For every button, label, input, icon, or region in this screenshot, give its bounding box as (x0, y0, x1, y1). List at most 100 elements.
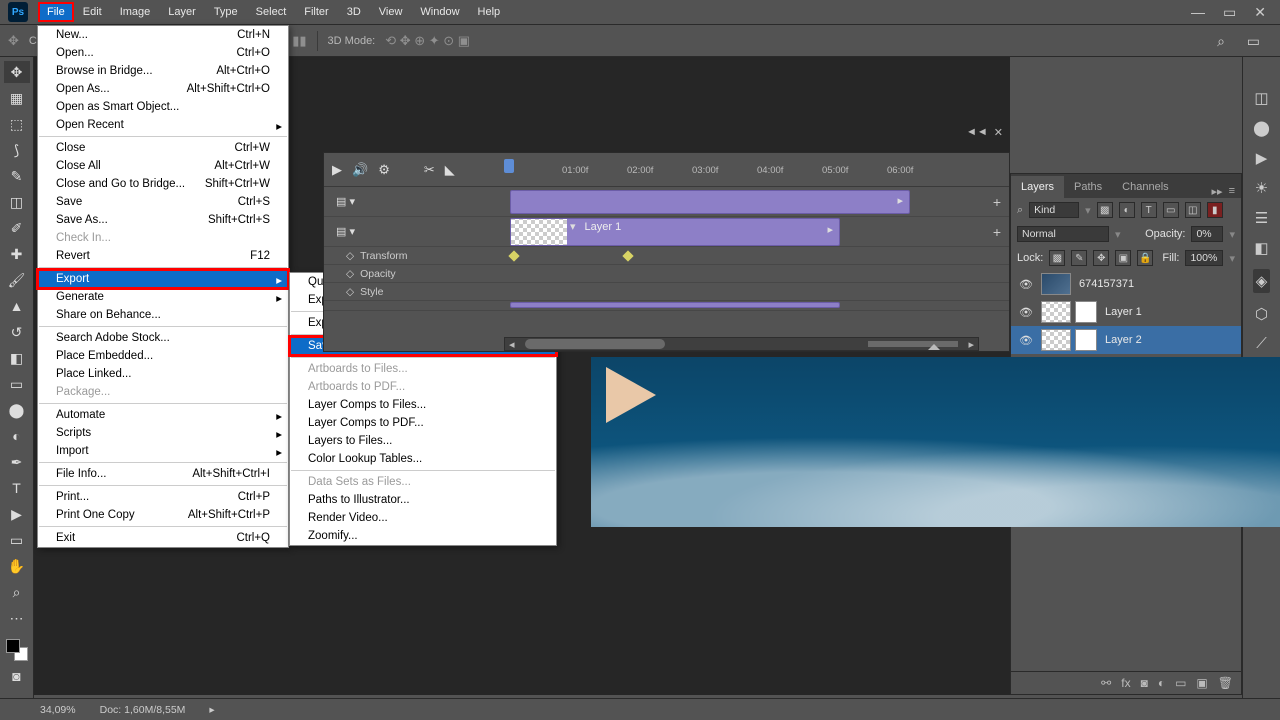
eraser-tool[interactable]: ◧ (4, 347, 30, 369)
menu-item[interactable]: Open Recent▸ (38, 116, 288, 134)
zoom-level[interactable]: 34,09% (40, 704, 76, 716)
timeline-ruler[interactable]: 01:00f 02:00f 03:00f 04:00f 05:00f 06:00… (504, 157, 979, 183)
expand-icon[interactable]: ▸▸ (1212, 185, 1223, 198)
clip-1[interactable]: ▸ (510, 190, 910, 214)
blur-tool[interactable]: ⬤ (4, 399, 30, 421)
filter-smart-icon[interactable]: ◫ (1185, 202, 1201, 218)
settings-button[interactable]: ⚙ (378, 162, 390, 178)
menu-file[interactable]: File (38, 2, 74, 22)
clip-2[interactable]: ▾Layer 1 ▸ (510, 218, 840, 246)
menu-item[interactable]: Close and Go to Bridge...Shift+Ctrl+W (38, 175, 288, 193)
playhead[interactable] (504, 159, 514, 173)
pen-tool[interactable]: ✒ (4, 451, 30, 473)
crop-tool[interactable]: ◫ (4, 191, 30, 213)
fill-value[interactable]: 100% (1185, 250, 1223, 266)
new-layer-icon[interactable]: ▣ (1196, 676, 1207, 690)
menu-view[interactable]: View (370, 2, 412, 22)
menu-item[interactable]: Paths to Illustrator... (290, 491, 556, 509)
gradient-tool[interactable]: ▭ (4, 373, 30, 395)
menu-item[interactable]: Scripts▸ (38, 424, 288, 442)
menu-item[interactable]: Close AllAlt+Ctrl+W (38, 157, 288, 175)
layer-row[interactable]: 👁Layer 1 (1011, 298, 1241, 326)
menu-window[interactable]: Window (411, 2, 468, 22)
paths-icon[interactable]: ⟋ (1256, 335, 1267, 352)
close-icon[interactable]: ✕ (994, 126, 1003, 139)
menu-item[interactable]: CloseCtrl+W (38, 139, 288, 157)
filter-pixel-icon[interactable]: ▩ (1097, 202, 1113, 218)
link-layers-icon[interactable]: ⚯ (1101, 676, 1111, 690)
lock-all-icon[interactable]: 🔒 (1137, 250, 1153, 266)
tab-channels[interactable]: Channels (1112, 176, 1178, 198)
filter-type-icon[interactable]: T (1141, 202, 1157, 218)
menu-filter[interactable]: Filter (295, 2, 337, 22)
menu-item[interactable]: Render Video... (290, 509, 556, 527)
blend-mode-select[interactable]: Normal (1017, 226, 1109, 242)
lock-transparent-icon[interactable]: ▩ (1049, 250, 1065, 266)
lock-artboard-icon[interactable]: ▣ (1115, 250, 1131, 266)
menu-edit[interactable]: Edit (74, 2, 111, 22)
menu-item[interactable]: New...Ctrl+N (38, 26, 288, 44)
status-chevron-icon[interactable]: ▸ (209, 704, 214, 716)
menu-help[interactable]: Help (469, 2, 510, 22)
collapse-icon[interactable]: ◄◄ (966, 126, 988, 139)
menu-item[interactable]: Share on Behance... (38, 306, 288, 324)
add-track-2[interactable]: + (993, 224, 1001, 240)
menu-item[interactable]: Layer Comps to Files... (290, 396, 556, 414)
artboard-tool[interactable]: ▦ (4, 87, 30, 109)
dodge-tool[interactable]: ◐ (4, 425, 30, 447)
3d-mode-icons[interactable]: ⟲ ✥ ⊕ ✦ ⊙ ▣ (385, 33, 470, 49)
menu-item[interactable]: Place Embedded... (38, 347, 288, 365)
bars-icon[interactable]: ▮▮ (292, 33, 306, 49)
menu-item[interactable]: Open As...Alt+Shift+Ctrl+O (38, 80, 288, 98)
layer-row[interactable]: 👁674157371 (1011, 270, 1241, 298)
tab-layers[interactable]: Layers (1011, 176, 1064, 198)
visibility-icon[interactable]: 👁 (1019, 306, 1033, 319)
edit-toolbar[interactable]: ⋯ (4, 607, 30, 629)
menu-item[interactable]: Color Lookup Tables... (290, 450, 556, 468)
menu-item[interactable]: Save As...Shift+Ctrl+S (38, 211, 288, 229)
menu-item[interactable]: RevertF12 (38, 247, 288, 265)
timeline-zoom-slider[interactable] (868, 341, 958, 347)
filter-kind[interactable]: Kind (1029, 202, 1079, 218)
menu-item[interactable]: Generate▸ (38, 288, 288, 306)
panel-menu-icon[interactable]: ≡ (1229, 185, 1235, 198)
menu-item[interactable]: Layer Comps to PDF... (290, 414, 556, 432)
quick-select-tool[interactable]: ✎ (4, 165, 30, 187)
tab-paths[interactable]: Paths (1064, 176, 1112, 198)
menu-item[interactable]: Import▸ (38, 442, 288, 460)
history-brush-tool[interactable]: ↺ (4, 321, 30, 343)
adjustments-icon[interactable]: ☰ (1255, 209, 1268, 227)
shape-tool[interactable]: ▭ (4, 529, 30, 551)
menu-item[interactable]: Print One CopyAlt+Shift+Ctrl+P (38, 506, 288, 524)
menu-item[interactable]: Search Adobe Stock... (38, 329, 288, 347)
adjustment-icon[interactable]: ◐ (1158, 676, 1165, 690)
add-track-1[interactable]: + (993, 194, 1001, 210)
channels-icon[interactable]: ⬡ (1255, 305, 1268, 323)
menu-type[interactable]: Type (205, 2, 247, 22)
brightness-icon[interactable]: ☀ (1255, 179, 1268, 197)
color-swatches[interactable] (6, 639, 28, 661)
clip-3[interactable] (510, 302, 840, 308)
play-button[interactable]: ▶ (332, 162, 342, 178)
move-tool[interactable]: ✥ (4, 61, 30, 83)
minimize-icon[interactable]: — (1191, 4, 1205, 21)
color-icon[interactable]: ⬤ (1253, 119, 1270, 137)
stamp-tool[interactable]: ▲ (4, 295, 30, 317)
track-menu-icon[interactable]: ▤ ▾ (336, 225, 355, 238)
split-button[interactable]: ✂ (424, 162, 435, 178)
audio-button[interactable]: 🔊 (352, 162, 368, 178)
menu-image[interactable]: Image (111, 2, 160, 22)
filter-adjust-icon[interactable]: ◐ (1119, 202, 1135, 218)
properties-icon[interactable]: ◫ (1254, 89, 1268, 107)
lock-paint-icon[interactable]: ✎ (1071, 250, 1087, 266)
menu-item[interactable]: Layers to Files... (290, 432, 556, 450)
path-select-tool[interactable]: ▶ (4, 503, 30, 525)
opacity-value[interactable]: 0% (1191, 226, 1223, 242)
expand-icon[interactable]: ▾ (567, 221, 579, 233)
close-icon[interactable]: ✕ (1254, 4, 1266, 21)
zoom-tool[interactable]: ⌕ (4, 581, 30, 603)
fx-icon[interactable]: fx (1121, 676, 1130, 690)
menu-item[interactable]: Automate▸ (38, 406, 288, 424)
canvas[interactable] (591, 357, 1280, 527)
layers-icon[interactable]: ◈ (1253, 269, 1271, 293)
